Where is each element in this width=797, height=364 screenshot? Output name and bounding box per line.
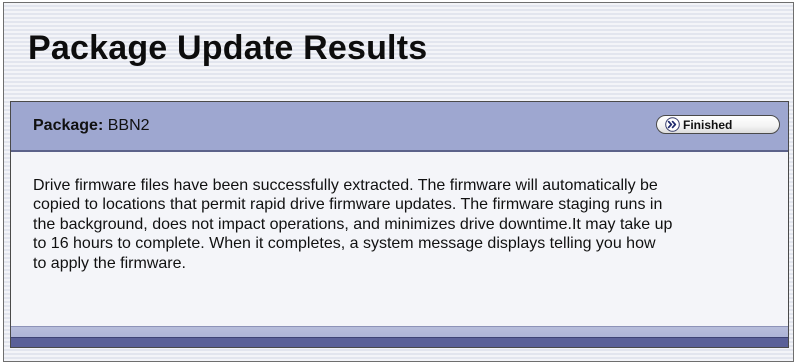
panel-footer-edge	[11, 337, 788, 347]
status-label: Finished	[683, 117, 733, 132]
panel-header: Package: BBN2 Finished	[11, 102, 788, 152]
package-result-panel: Package: BBN2 Finished Drive firmware fi…	[10, 101, 789, 348]
double-chevron-right-icon	[665, 117, 680, 132]
package-label-key: Package:	[33, 117, 104, 134]
result-message: Drive firmware files have been successfu…	[33, 177, 673, 272]
page-title: Package Update Results	[28, 29, 428, 67]
package-update-window: Package Update Results Package: BBN2 Fin…	[3, 2, 794, 362]
panel-body: Drive firmware files have been successfu…	[11, 152, 788, 327]
package-name: BBN2	[107, 117, 150, 134]
finished-status-button[interactable]: Finished	[656, 115, 780, 134]
panel-footer	[11, 326, 788, 347]
package-label: Package: BBN2	[33, 117, 150, 135]
